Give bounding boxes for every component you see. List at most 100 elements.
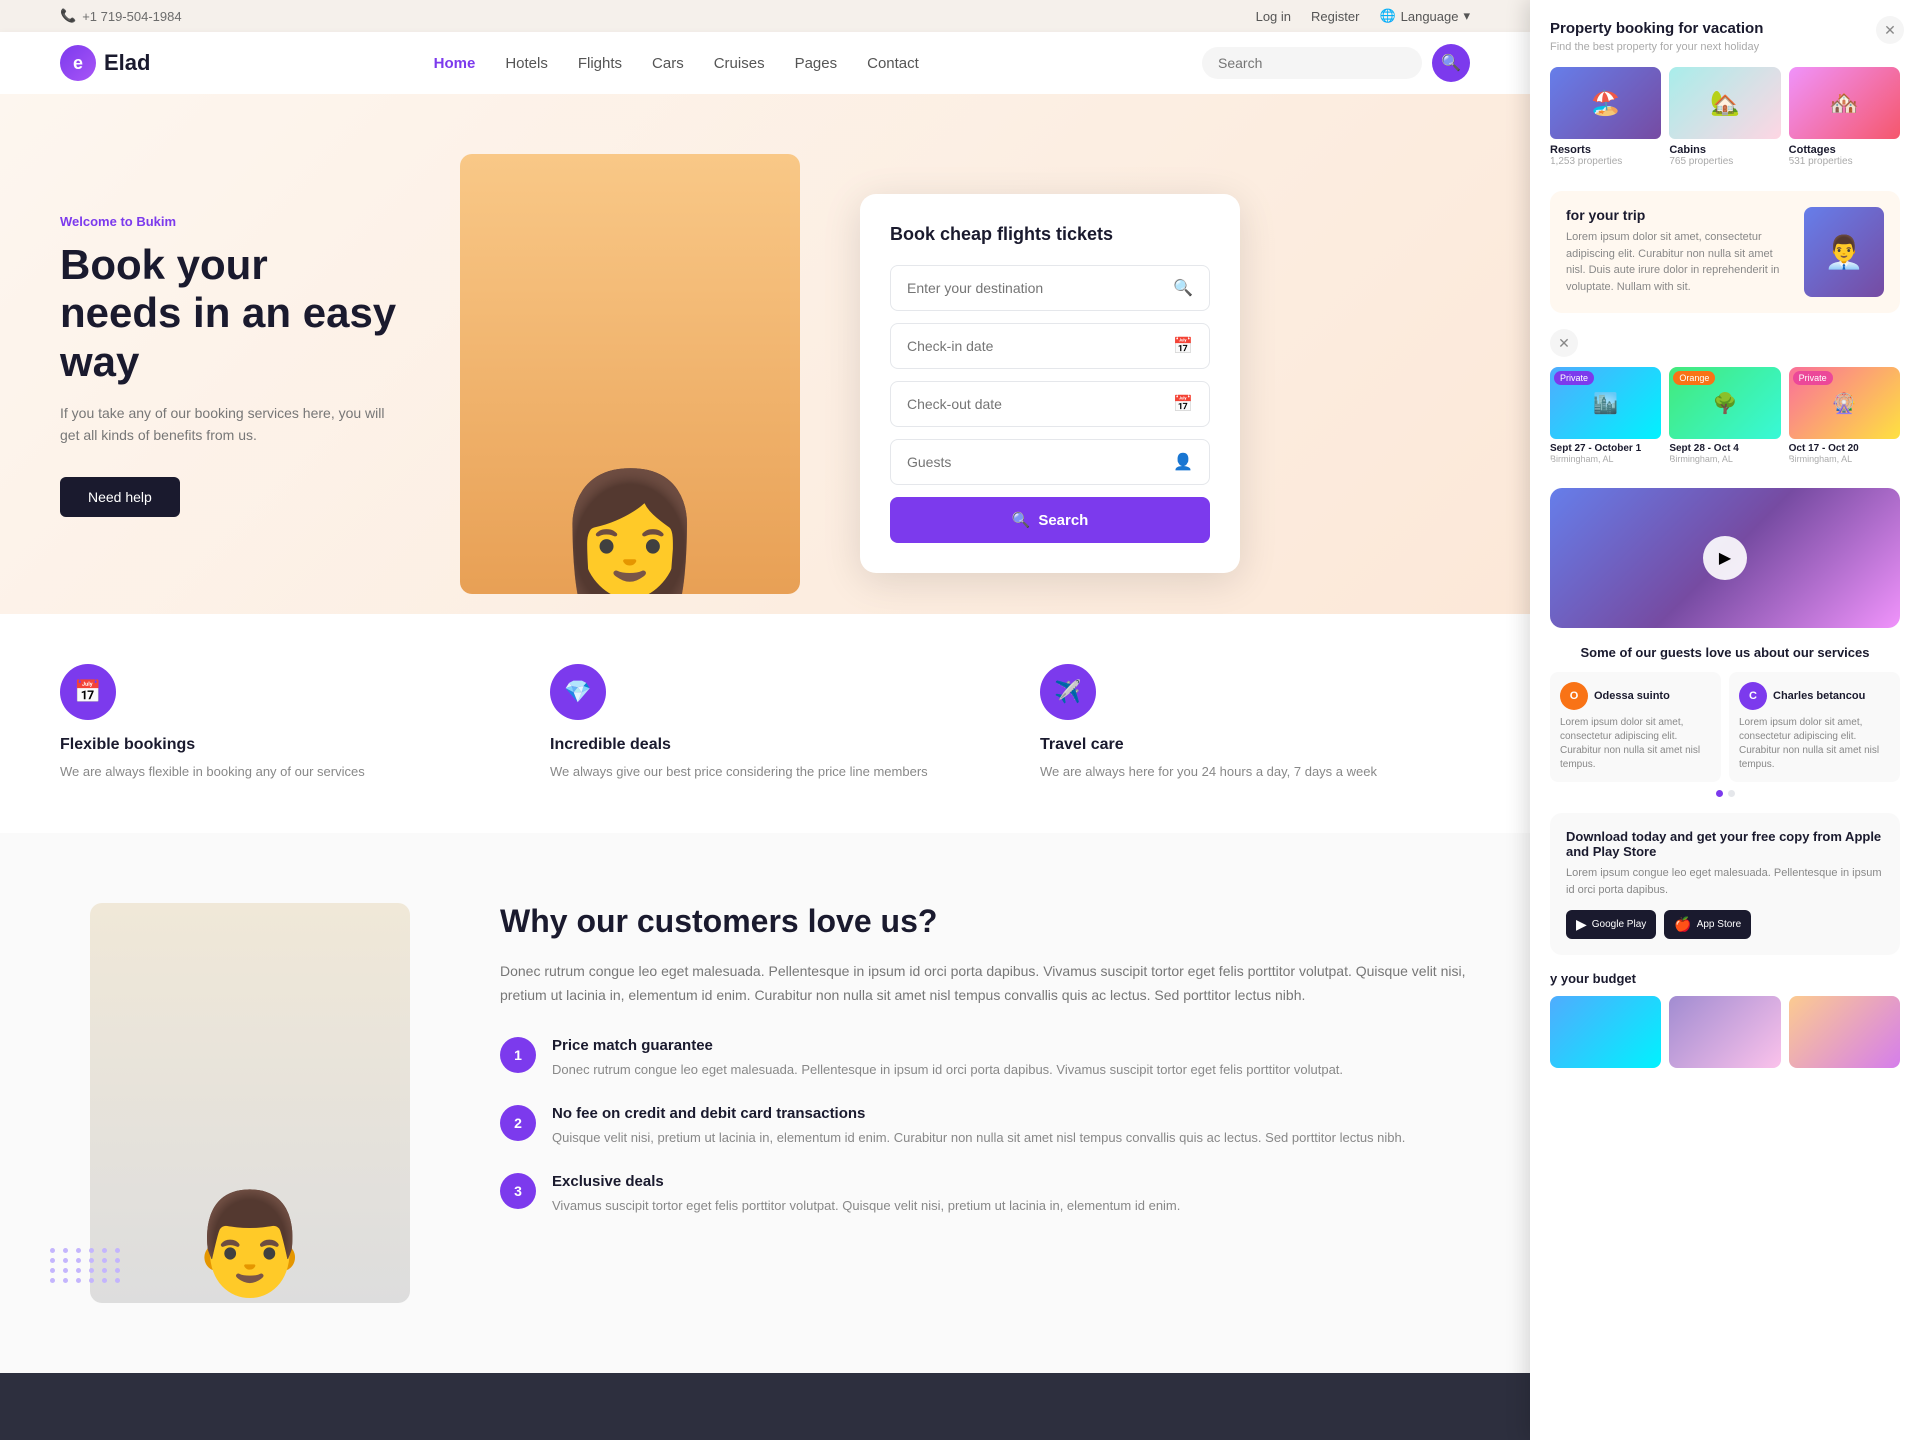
dest-night-sub: Birmingham, AL bbox=[1789, 454, 1900, 464]
need-help-button[interactable]: Need help bbox=[60, 477, 180, 517]
nav-pages[interactable]: Pages bbox=[795, 55, 838, 72]
review-1-text: Lorem ipsum dolor sit amet, consectetur … bbox=[1560, 716, 1711, 772]
why-item-1: 1 Price match guarantee Donec rutrum con… bbox=[500, 1037, 1470, 1081]
checkin-input[interactable] bbox=[907, 338, 1173, 354]
dest-night-label: Oct 17 - Oct 20 bbox=[1789, 443, 1900, 454]
why-image-container: 👨 bbox=[60, 903, 440, 1303]
close-destinations-button[interactable]: ✕ bbox=[1550, 329, 1578, 357]
dest-city-sub: Birmingham, AL bbox=[1550, 454, 1661, 464]
search-bar[interactable] bbox=[1202, 47, 1422, 79]
app-download-desc: Lorem ipsum congue leo eget malesuada. P… bbox=[1566, 865, 1884, 898]
login-link[interactable]: Log in bbox=[1256, 9, 1291, 24]
budget-sea[interactable] bbox=[1550, 996, 1661, 1068]
dest-night[interactable]: Private 🎡 Oct 17 - Oct 20 Birmingham, AL bbox=[1789, 367, 1900, 464]
guests-input[interactable] bbox=[907, 454, 1173, 470]
testimonials-section: Some of our guests love us about our ser… bbox=[1550, 644, 1900, 797]
language-selector[interactable]: 🌐 Language ▾ bbox=[1379, 8, 1470, 24]
destination-field[interactable]: 🔍 bbox=[890, 265, 1210, 311]
trip-text: for your trip Lorem ipsum dolor sit amet… bbox=[1566, 207, 1792, 297]
reviewer-1-name: Odessa suinto bbox=[1594, 690, 1670, 702]
why-item-3-desc: Vivamus suscipit tortor eget felis portt… bbox=[552, 1196, 1180, 1217]
trip-section: for your trip Lorem ipsum dolor sit amet… bbox=[1550, 191, 1900, 313]
search-input[interactable] bbox=[1218, 55, 1406, 71]
why-person-emoji: 👨 bbox=[188, 1186, 313, 1303]
guests-field[interactable]: 👤 bbox=[890, 439, 1210, 485]
budget-resort[interactable] bbox=[1789, 996, 1900, 1068]
property-grid: 🏖️ Resorts 1,253 properties 🏡 Cabins 765… bbox=[1550, 67, 1900, 167]
booking-search-button[interactable]: 🔍 Search bbox=[890, 497, 1210, 543]
why-description: Donec rutrum congue leo eget malesuada. … bbox=[500, 960, 1470, 1008]
hero-section: Welcome to Bukim Book your needs in an e… bbox=[0, 94, 1530, 614]
flexible-icon: 📅 bbox=[60, 664, 116, 720]
nav-contact[interactable]: Contact bbox=[867, 55, 919, 72]
search-button[interactable]: 🔍 bbox=[1432, 44, 1470, 82]
booking-card: Book cheap flights tickets 🔍 📅 📅 👤 🔍 Sea… bbox=[860, 194, 1240, 573]
language-label: Language bbox=[1401, 9, 1459, 24]
logo-icon: e bbox=[60, 45, 96, 81]
google-play-icon: ▶ bbox=[1576, 916, 1587, 933]
why-person-image: 👨 bbox=[90, 903, 410, 1303]
property-cabins[interactable]: 🏡 Cabins 765 properties bbox=[1669, 67, 1780, 167]
dots-decoration bbox=[50, 1248, 123, 1283]
dest-city[interactable]: Private 🏙️ Sept 27 - October 1 Birmingha… bbox=[1550, 367, 1661, 464]
destination-input[interactable] bbox=[907, 280, 1173, 296]
trip-description: Lorem ipsum dolor sit amet, consectetur … bbox=[1566, 229, 1792, 295]
booking-card-title: Book cheap flights tickets bbox=[890, 224, 1210, 245]
property-cottages[interactable]: 🏘️ Cottages 531 properties bbox=[1789, 67, 1900, 167]
review-2-text: Lorem ipsum dolor sit amet, consectetur … bbox=[1739, 716, 1890, 772]
nav-dot-2[interactable] bbox=[1728, 790, 1735, 797]
hero-description: If you take any of our booking services … bbox=[60, 402, 400, 447]
dest-badge-orange: Orange bbox=[1673, 371, 1715, 385]
why-item-2-desc: Quisque velit nisi, pretium ut lacinia i… bbox=[552, 1128, 1405, 1149]
nav-home[interactable]: Home bbox=[434, 55, 476, 72]
feature-care: ✈️ Travel care We are always here for yo… bbox=[1040, 664, 1470, 783]
budget-section: y your budget bbox=[1550, 971, 1900, 1068]
cottages-count: 531 properties bbox=[1789, 156, 1900, 167]
nav-cruises[interactable]: Cruises bbox=[714, 55, 765, 72]
reviewer-2-name: Charles betancou bbox=[1773, 690, 1865, 702]
deals-desc: We always give our best price considerin… bbox=[550, 762, 928, 783]
search-btn-icon: 🔍 bbox=[1012, 511, 1031, 529]
logo[interactable]: e Elad bbox=[60, 45, 150, 81]
app-buttons: ▶ Google Play 🍎 App Store bbox=[1566, 910, 1884, 939]
property-booking-section: Property booking for vacation Find the b… bbox=[1550, 20, 1900, 167]
trip-person-image: 👨‍💼 bbox=[1804, 207, 1884, 297]
budget-hotel-image bbox=[1669, 996, 1780, 1068]
checkout-input[interactable] bbox=[907, 396, 1173, 412]
property-resorts[interactable]: 🏖️ Resorts 1,253 properties bbox=[1550, 67, 1661, 167]
google-play-button[interactable]: ▶ Google Play bbox=[1566, 910, 1656, 939]
search-btn-label: Search bbox=[1038, 512, 1088, 529]
hero-person-image: 👩 bbox=[460, 154, 800, 594]
dest-nature[interactable]: Orange 🌳 Sept 28 - Oct 4 Birmingham, AL bbox=[1669, 367, 1780, 464]
destinations-grid: Private 🏙️ Sept 27 - October 1 Birmingha… bbox=[1550, 367, 1900, 464]
register-link[interactable]: Register bbox=[1311, 9, 1359, 24]
flexible-desc: We are always flexible in booking any of… bbox=[60, 762, 365, 783]
budget-hotel[interactable] bbox=[1669, 996, 1780, 1068]
checkout-field[interactable]: 📅 bbox=[890, 381, 1210, 427]
app-store-button[interactable]: 🍎 App Store bbox=[1664, 910, 1751, 939]
avatar-2: C bbox=[1739, 682, 1767, 710]
cabins-count: 765 properties bbox=[1669, 156, 1780, 167]
nav-cars[interactable]: Cars bbox=[652, 55, 684, 72]
checkin-field[interactable]: 📅 bbox=[890, 323, 1210, 369]
dest-badge: Private bbox=[1554, 371, 1594, 385]
phone-info: 📞 +1 719-504-1984 bbox=[60, 8, 182, 24]
trip-title: for your trip bbox=[1566, 207, 1792, 223]
property-subtitle: Find the best property for your next hol… bbox=[1550, 41, 1900, 53]
nav-hotels[interactable]: Hotels bbox=[505, 55, 548, 72]
close-panel-button[interactable]: ✕ bbox=[1876, 16, 1904, 44]
nav-dot-1[interactable] bbox=[1716, 790, 1723, 797]
guests-icon: 👤 bbox=[1173, 452, 1193, 472]
nav-flights[interactable]: Flights bbox=[578, 55, 622, 72]
features-section: 📅 Flexible bookings We are always flexib… bbox=[0, 614, 1530, 833]
city-image: Private 🏙️ bbox=[1550, 367, 1661, 439]
deals-title: Incredible deals bbox=[550, 736, 671, 754]
why-number-1: 1 bbox=[500, 1037, 536, 1073]
resorts-label: Resorts bbox=[1550, 144, 1661, 156]
header: e Elad Home Hotels Flights Cars Cruises … bbox=[0, 32, 1530, 94]
hero-title: Book your needs in an easy way bbox=[60, 241, 400, 386]
avatar-1: O bbox=[1560, 682, 1588, 710]
play-button[interactable]: ▶ bbox=[1703, 536, 1747, 580]
app-download-section: Download today and get your free copy fr… bbox=[1550, 813, 1900, 955]
cabins-label: Cabins bbox=[1669, 144, 1780, 156]
